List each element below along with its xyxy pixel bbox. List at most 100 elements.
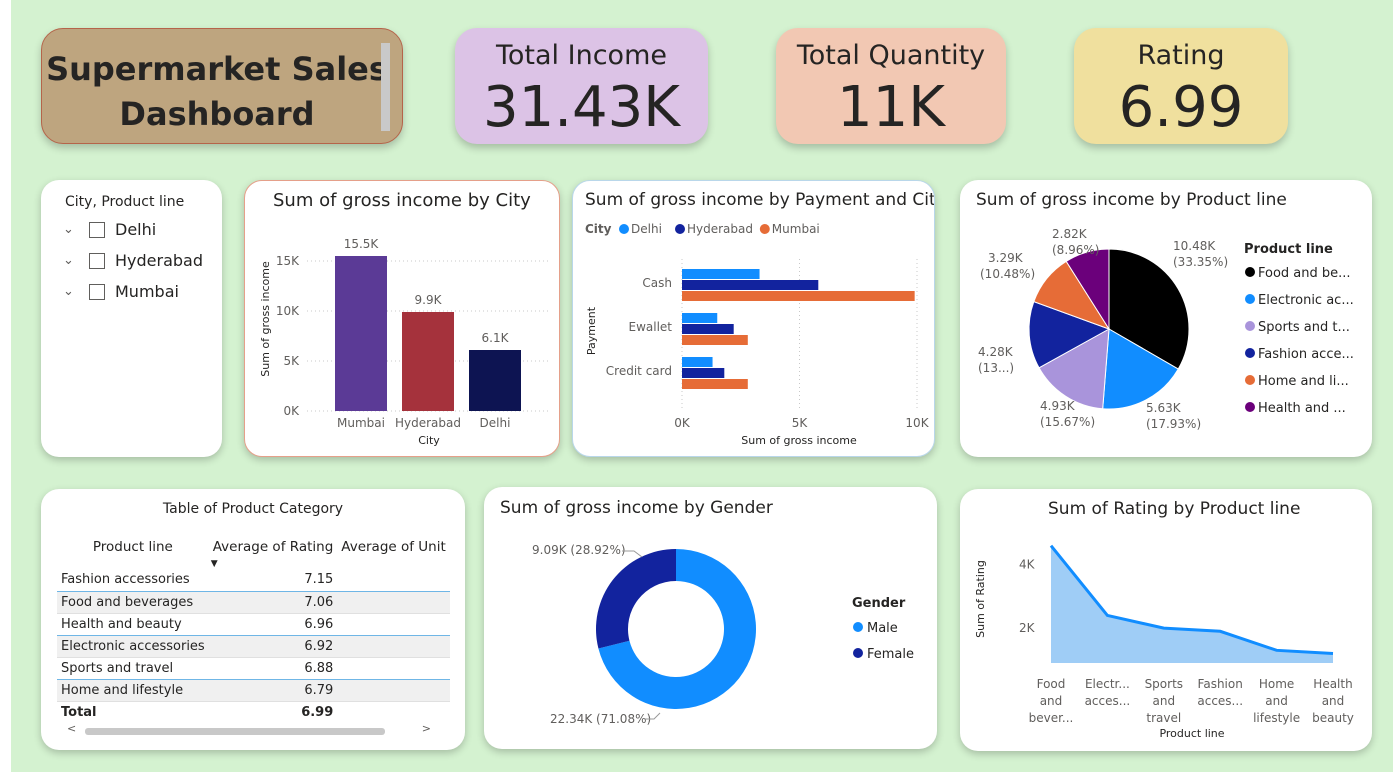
table-cell: 6.79 (304, 682, 334, 698)
data-label: 6.1K (482, 331, 510, 345)
legend-marker (1245, 321, 1255, 331)
y-tick-label: 5K (283, 354, 300, 368)
scroll-right-icon[interactable]: > (422, 722, 431, 735)
scrollbar-thumb[interactable] (85, 728, 385, 735)
legend-label: Food and be... (1258, 266, 1351, 281)
bar-ewallet-delhi (682, 313, 718, 323)
table-row[interactable]: Electronic accessories 6.9253 (57, 635, 450, 657)
table-cell: Food and beverages (61, 594, 194, 610)
y-tick-label: 4K (1019, 558, 1036, 572)
legend-label: Health and ... (1258, 401, 1346, 416)
kpi-value: 31.43K (482, 75, 681, 140)
table-row[interactable]: Health and beauty 6.9655 (57, 613, 450, 635)
legend-marker (1245, 267, 1255, 277)
legend-label: Home and li... (1258, 374, 1349, 389)
table-cell: 55 (337, 591, 450, 613)
scroll-left-icon[interactable]: < (67, 722, 76, 735)
data-label: 10.48K (1173, 239, 1216, 253)
legend-label: Female (867, 647, 914, 662)
x-tick-label: Delhi (480, 416, 511, 430)
table-cell: Home and lifestyle (61, 682, 184, 698)
x-tick-label: Hyderabad (395, 416, 461, 430)
sort-desc-icon[interactable]: ▼ (211, 559, 218, 569)
data-table: Product line Average of Rating ▼ Average… (57, 527, 450, 723)
chevron-down-icon[interactable]: ⌄ (63, 253, 79, 268)
data-label-pct: (33.35%) (1173, 255, 1228, 269)
slicer-item-hyderabad[interactable]: ⌄ Hyderabad (63, 251, 203, 270)
column-header-label: Average of Rating (212, 539, 334, 555)
x-tick-label: lifestyle (1253, 711, 1300, 725)
data-label: 9.9K (415, 293, 443, 307)
rating-area-chart-card[interactable]: Sum of Rating by Product line 2K 4K Food an… (960, 489, 1372, 751)
table-row[interactable]: Fashion accessories 7.1556 (57, 569, 450, 591)
data-label: 4.93K (1040, 399, 1076, 413)
table-row[interactable]: Home and lifestyle 6.7957 (57, 679, 450, 701)
x-tick-label: bever... (1029, 711, 1074, 725)
legend-label: Mumbai (772, 222, 820, 236)
x-tick-label: Home (1259, 677, 1294, 691)
legend-label: Fashion acce... (1258, 347, 1354, 362)
legend-marker (1245, 402, 1255, 412)
x-tick-label: Food (1037, 677, 1066, 691)
x-tick-label: acces... (1197, 694, 1243, 708)
kpi-total-income[interactable]: Total Income 31.43K (455, 28, 708, 144)
checkbox[interactable] (89, 221, 105, 238)
legend-title: City (585, 222, 612, 236)
legend-marker (619, 224, 629, 234)
checkbox[interactable] (89, 283, 105, 300)
data-label-pct: (8.96%) (1052, 243, 1099, 257)
table-cell: 55 (337, 613, 450, 635)
data-label: 22.34K (71.08%) (550, 712, 651, 726)
bar-credit-card-mumbai (682, 379, 748, 389)
gender-donut-chart-card[interactable]: Sum of gross income by Gender 9.09K (28.… (484, 487, 937, 749)
slicer-item-label: Hyderabad (115, 251, 203, 270)
data-label-pct: (17.93%) (1146, 417, 1201, 431)
y-tick-label: 2K (1019, 621, 1036, 635)
bar-delhi (469, 350, 521, 411)
column-header-product-line[interactable]: Product line (57, 527, 209, 569)
table-row[interactable]: Food and beverages 7.0655 (57, 591, 450, 613)
bar-mumbai (335, 256, 387, 411)
column-header-average-unit-price[interactable]: Average of Unit pr (337, 527, 450, 569)
y-axis-title: Sum of Rating (974, 560, 987, 638)
y-tick-label: Cash (642, 276, 672, 290)
payment-bar-chart-card[interactable]: Sum of gross income by Payment and City … (572, 180, 935, 457)
data-label-pct: (10.48%) (980, 267, 1035, 281)
bar-cash-mumbai (682, 291, 915, 301)
table-row[interactable]: Sports and travel 6.8857 (57, 657, 450, 679)
bar-ewallet-hyderabad (682, 324, 734, 334)
data-label: 5.63K (1146, 401, 1182, 415)
kpi-total-quantity[interactable]: Total Quantity 11K (776, 28, 1006, 144)
table-cell: 56 (337, 569, 450, 591)
horizontal-scrollbar[interactable]: < > (63, 722, 441, 739)
kpi-rating[interactable]: Rating 6.99 (1074, 28, 1288, 144)
city-bar-chart-card[interactable]: Sum of gross income by City 0K 5K 10K 15K 15… (244, 180, 560, 457)
y-tick-label: 0K (283, 404, 300, 418)
column-header-average-rating[interactable]: Average of Rating ▼ (209, 527, 338, 569)
legend-label: Male (867, 621, 898, 636)
y-tick-label: Credit card (606, 364, 672, 378)
chevron-down-icon[interactable]: ⌄ (63, 222, 79, 237)
legend-title: Product line (1244, 242, 1333, 257)
slicer-item-mumbai[interactable]: ⌄ Mumbai (63, 282, 179, 301)
table-cell: 7.06 (304, 594, 334, 610)
x-tick-label: and (1265, 694, 1288, 708)
y-tick-label: 10K (276, 304, 300, 318)
x-tick-label: and (1322, 694, 1345, 708)
table-cell: 6.88 (304, 660, 334, 676)
legend-marker (853, 622, 863, 632)
legend-marker (1245, 294, 1255, 304)
product-pie-chart-card[interactable]: Sum of gross income by Product line 10.4… (960, 180, 1372, 457)
kpi-label: Total Quantity (796, 40, 986, 71)
title-accent-bar (381, 43, 390, 131)
slicer-item-delhi[interactable]: ⌄ Delhi (63, 220, 156, 239)
city-product-slicer[interactable]: City, Product line ⌄ Delhi ⌄ Hyderabad ⌄… (41, 180, 222, 457)
slicer-item-label: Mumbai (115, 282, 179, 301)
chevron-down-icon[interactable]: ⌄ (63, 284, 79, 299)
city-bar-chart: 0K 5K 10K 15K 15.5K Mumbai 9.9K Hyderabad 6.1K De… (259, 237, 551, 447)
total-label: Total (61, 704, 97, 720)
checkbox[interactable] (89, 252, 105, 269)
product-category-table-card[interactable]: Table of Product Category Product line A… (41, 489, 465, 750)
table-cell: Sports and travel (61, 660, 174, 676)
bar-credit-card-delhi (682, 357, 713, 367)
